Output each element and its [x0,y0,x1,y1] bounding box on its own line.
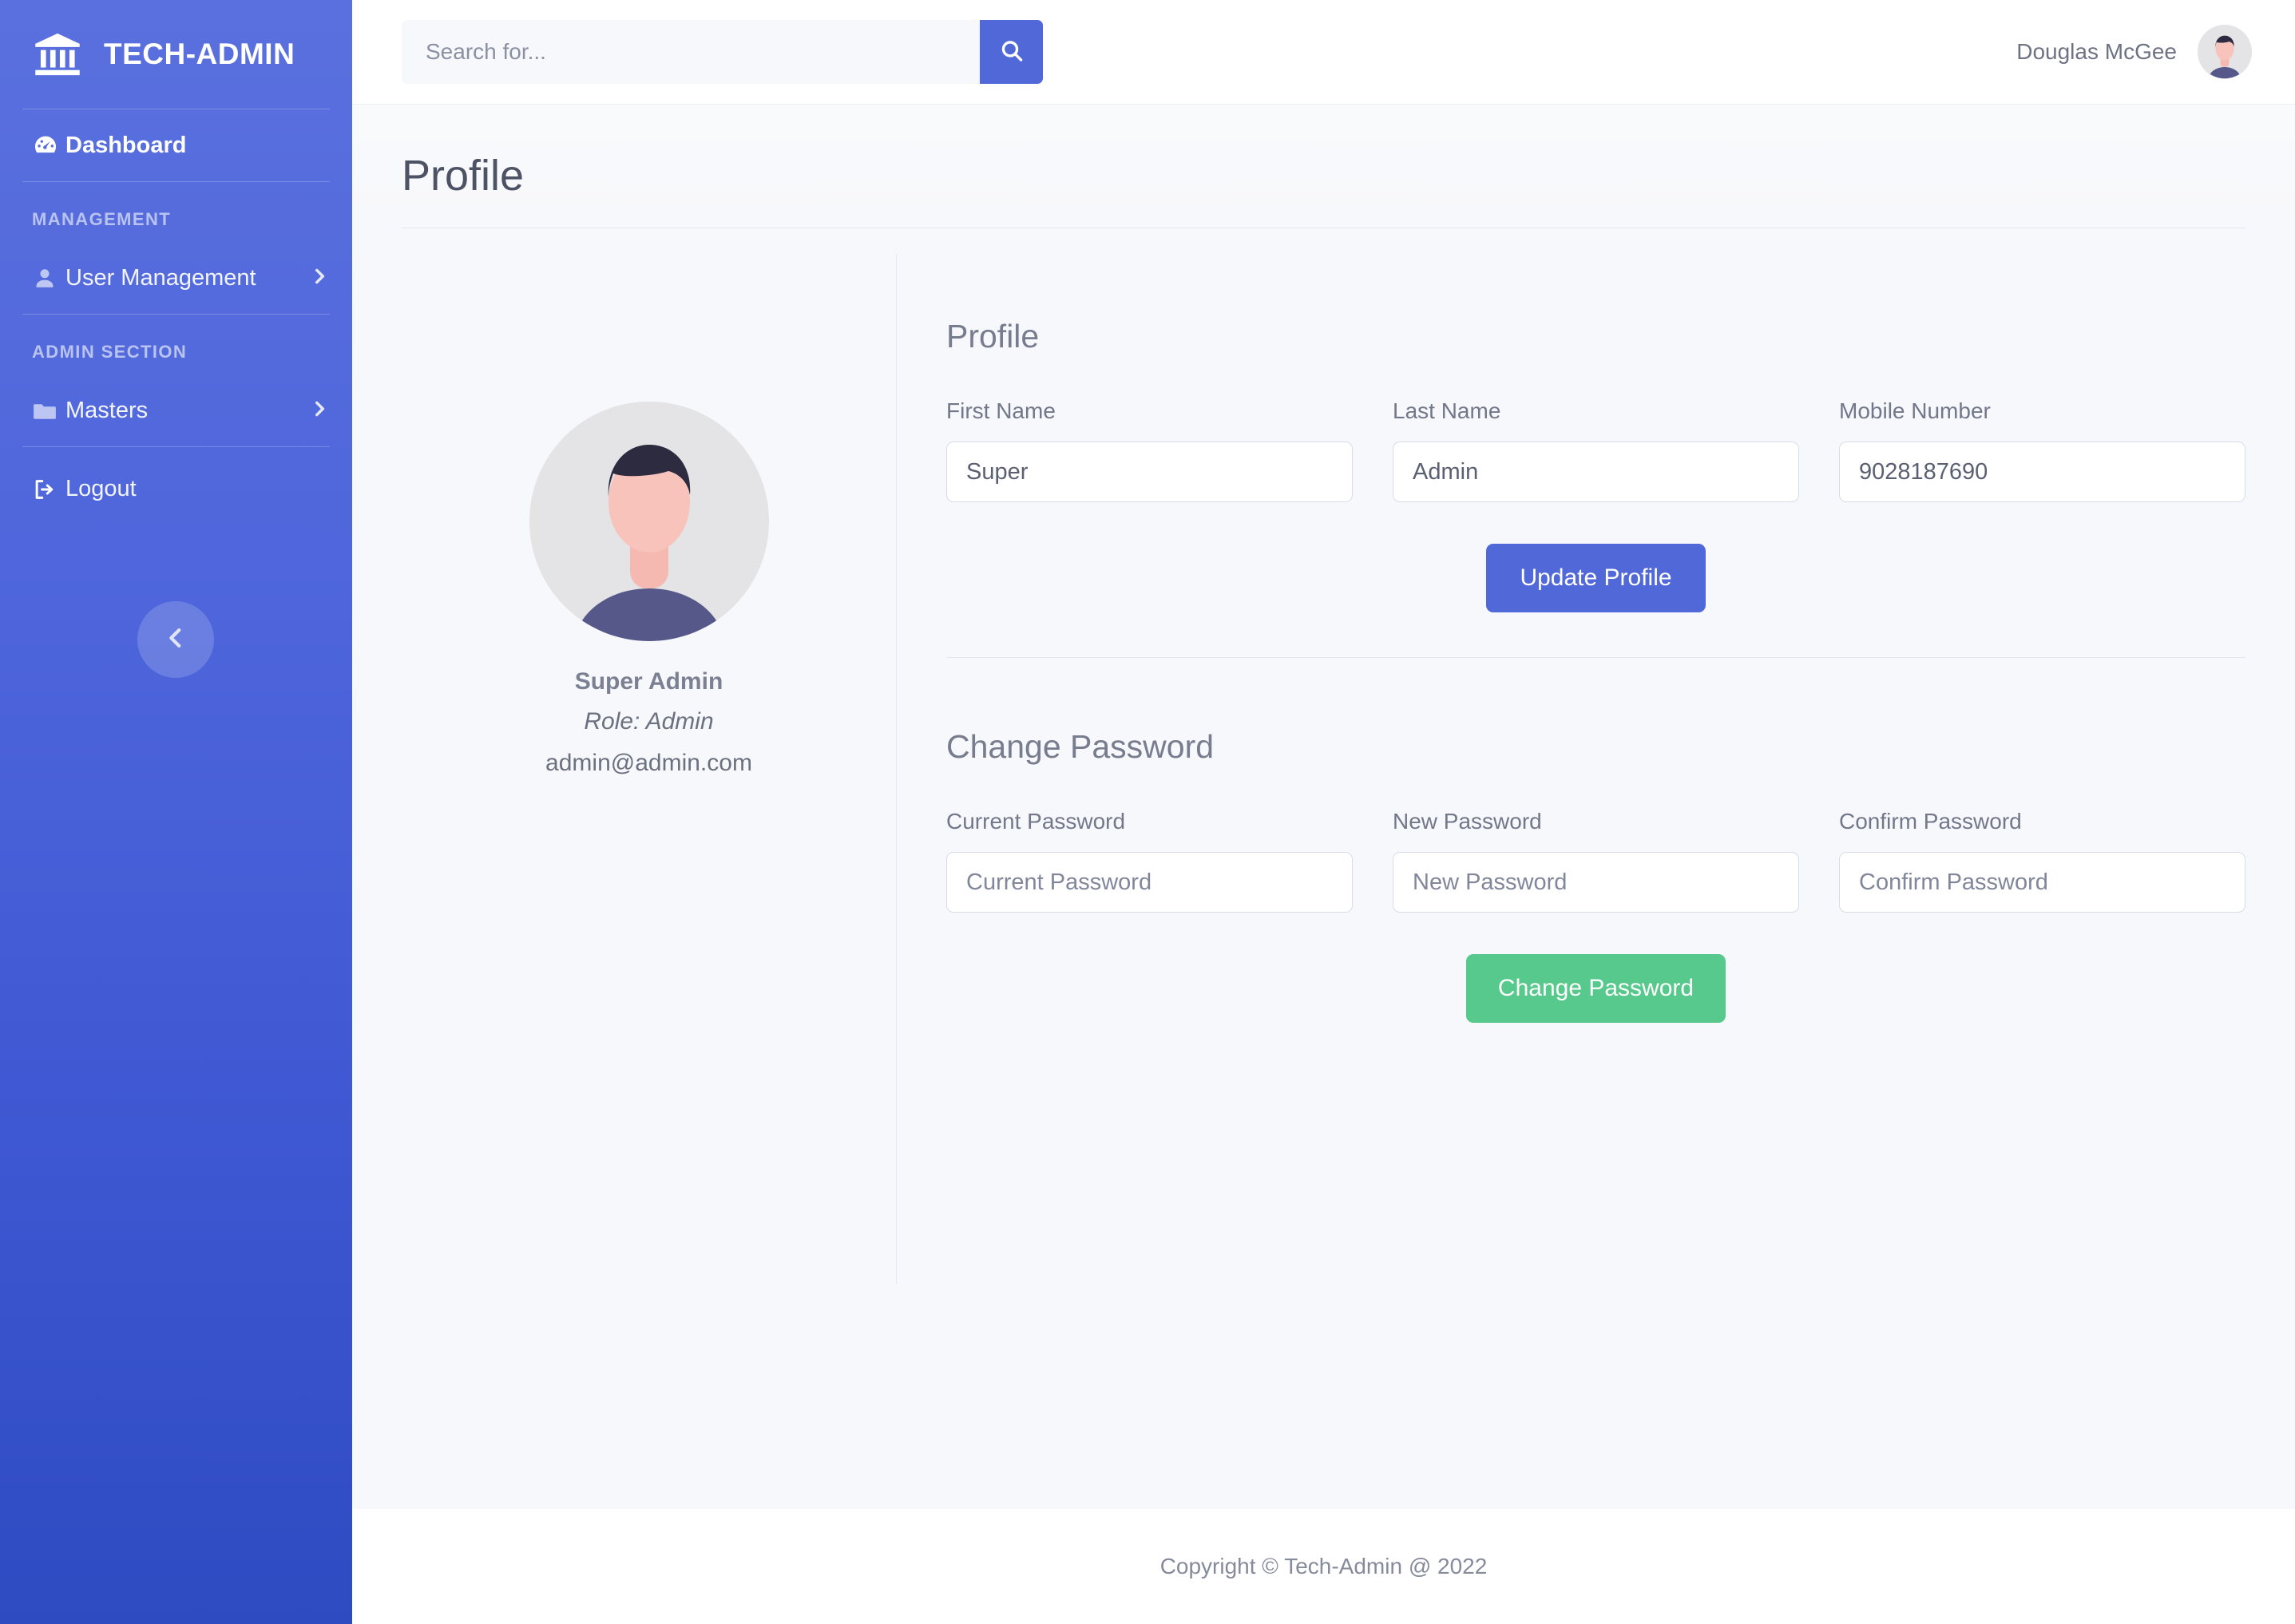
last-name-label: Last Name [1393,398,1501,423]
profile-card-name: Super Admin [574,668,723,695]
profile-card: Super Admin Role: Admin admin@admin.com [402,254,897,1284]
forms-column: Profile First Name Last Name M [897,254,2245,1509]
change-password-title: Change Password [946,728,1215,765]
search-bar [402,20,1043,84]
app-root: TECH-ADMIN Dashboard MANAGEMENT User Man… [0,0,2295,1624]
topbar: Douglas McGee [352,0,2295,105]
profile-avatar [529,402,769,641]
profile-form-title: Profile [946,318,1040,355]
user-name: Douglas McGee [2016,39,2177,64]
user-icon [32,266,65,291]
mobile-number-label: Mobile Number [1839,398,1991,423]
brand[interactable]: TECH-ADMIN [0,0,352,109]
confirm-password-input[interactable] [1839,852,2245,913]
profile-card-email: admin@admin.com [545,750,752,776]
sidebar-item-user-management-label: User Management [65,265,256,291]
sidebar-collapse-button[interactable] [137,601,214,678]
search-input[interactable] [402,20,980,84]
sidebar-item-masters-label: Masters [65,398,149,423]
first-name-field-group: First Name [946,398,1353,502]
page-title: Profile [402,152,525,200]
change-password-form: Change Password Current Password New Pas… [946,658,2245,1023]
footer-text: Copyright © Tech-Admin @ 2022 [1159,1554,1488,1578]
change-password-button[interactable]: Change Password [1465,954,1726,1023]
new-password-label: New Password [1393,809,1542,834]
sidebar-item-logout[interactable]: Logout [0,447,352,531]
tachometer-icon [32,132,65,159]
confirm-password-label: Confirm Password [1839,809,2022,834]
current-password-field-group: Current Password [946,809,1353,913]
current-password-label: Current Password [946,809,1126,834]
footer: Copyright © Tech-Admin @ 2022 [352,1509,2295,1624]
page-header: Profile [352,105,2295,228]
folder-icon [32,398,65,424]
search-icon [998,38,1025,67]
current-password-input[interactable] [946,852,1353,913]
sidebar-item-dashboard[interactable]: Dashboard [0,109,352,181]
sidebar-group-label-management: MANAGEMENT [32,209,172,229]
sidebar-item-user-management[interactable]: User Management [0,243,352,314]
avatar [2198,25,2252,79]
page-content: Super Admin Role: Admin admin@admin.com … [352,228,2295,1509]
profile-card-role: Role: Admin [584,708,714,735]
update-profile-button[interactable]: Update Profile [1486,544,1706,612]
profile-form: Profile First Name Last Name M [946,318,2245,612]
chevron-right-icon [309,266,330,291]
last-name-input[interactable] [1393,442,1799,502]
logout-icon [32,477,65,502]
sidebar-item-masters[interactable]: Masters [0,375,352,446]
mobile-number-field-group: Mobile Number [1839,398,2245,502]
mobile-number-input[interactable] [1839,442,2245,502]
bank-icon [32,29,83,80]
first-name-label: First Name [946,398,1056,423]
confirm-password-field-group: Confirm Password [1839,809,2245,913]
brand-name: TECH-ADMIN [104,38,295,70]
sidebar-item-logout-label: Logout [65,476,137,501]
sidebar: TECH-ADMIN Dashboard MANAGEMENT User Man… [0,0,352,1624]
new-password-field-group: New Password [1393,809,1799,913]
chevron-left-icon [162,624,189,656]
last-name-field-group: Last Name [1393,398,1799,502]
main-area: Douglas McGee Profile [352,0,2295,1624]
chevron-right-icon [309,398,330,423]
user-menu[interactable]: Douglas McGee [2016,25,2252,79]
first-name-input[interactable] [946,442,1353,502]
new-password-input[interactable] [1393,852,1799,913]
sidebar-group-label-admin-section: ADMIN SECTION [32,342,188,362]
search-button[interactable] [980,20,1043,84]
sidebar-item-dashboard-label: Dashboard [65,132,187,158]
